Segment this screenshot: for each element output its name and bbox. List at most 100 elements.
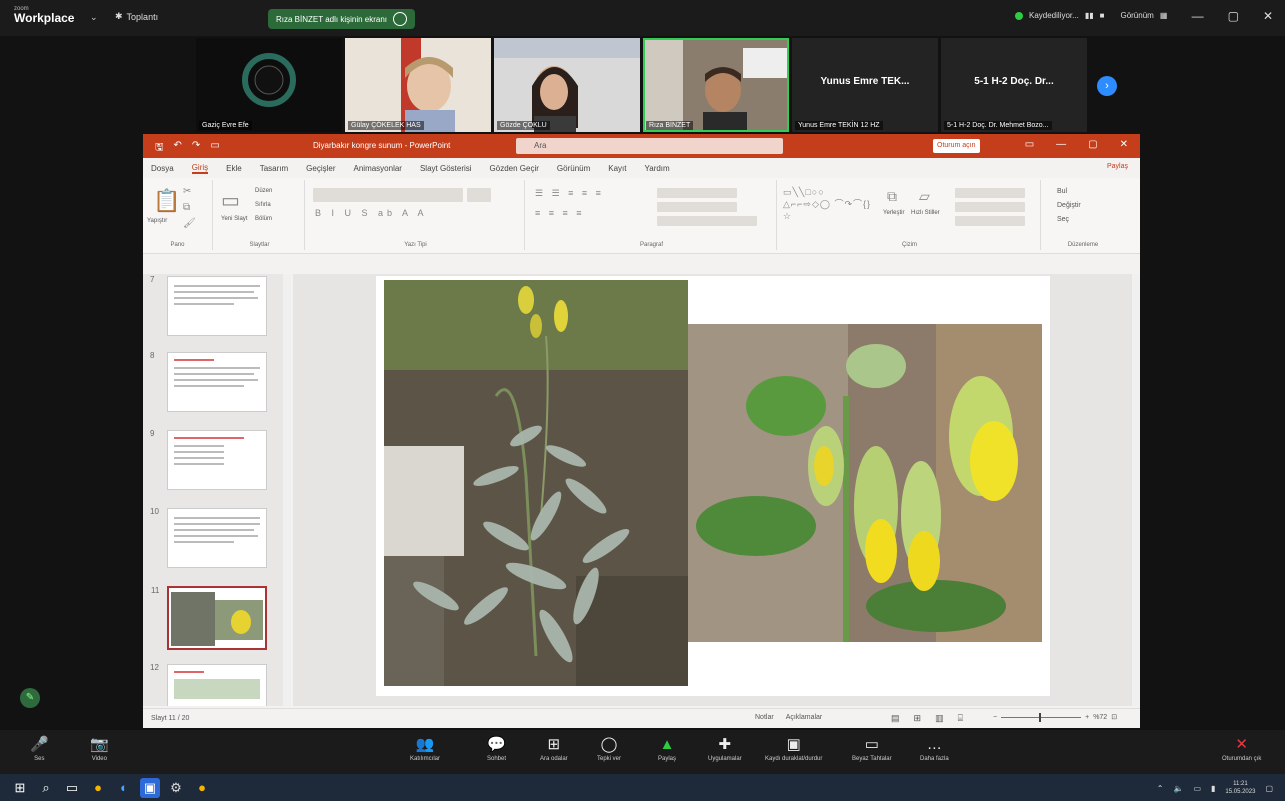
signin-button[interactable]: Oturum açın <box>933 139 980 153</box>
tab-record[interactable]: Kayıt <box>608 164 626 173</box>
cut-icon[interactable]: ✂ <box>183 186 191 197</box>
network-icon[interactable]: ▭ <box>1193 784 1201 793</box>
search-icon[interactable]: ⌕ <box>36 778 56 798</box>
search-input[interactable]: Ara <box>516 138 783 154</box>
shape-fill[interactable] <box>955 188 1025 198</box>
notes-button[interactable]: Notlar <box>755 714 774 721</box>
edge-icon[interactable]: ◐ <box>114 778 134 798</box>
zoom-taskbar-icon[interactable]: ▣ <box>140 778 160 798</box>
copy-icon[interactable]: ⧉ <box>183 202 190 213</box>
align-icons[interactable]: ≡ ≡ ≡ ≡ <box>535 208 585 218</box>
chrome-icon[interactable]: ● <box>88 778 108 798</box>
convert-smartart[interactable] <box>657 216 757 226</box>
align-text[interactable] <box>657 202 737 212</box>
minimize-icon[interactable]: — <box>1192 9 1204 23</box>
font-name-dropdown[interactable] <box>313 188 463 202</box>
chrome-icon[interactable]: ● <box>192 778 212 798</box>
slide-thumbnail[interactable]: 9 <box>150 429 267 490</box>
undo-icon[interactable]: ↶ <box>174 140 182 157</box>
pause-icon[interactable]: ▮▮ <box>1085 11 1094 20</box>
minimize-icon[interactable]: — <box>1056 139 1066 150</box>
tab-review[interactable]: Gözden Geçir <box>490 164 539 173</box>
tab-help[interactable]: Yardım <box>645 164 670 173</box>
grid-view-icon[interactable]: ▦ <box>1160 11 1168 20</box>
audio-button[interactable]: 🎤 Ses <box>30 734 49 762</box>
reading-view-icon[interactable]: ▥ <box>935 713 944 724</box>
format-painter-icon[interactable]: 🖌 <box>183 218 196 229</box>
paste-icon[interactable]: 📋 <box>153 188 180 214</box>
fit-slide-icon[interactable]: ⊡ <box>1111 713 1117 721</box>
apps-button[interactable]: ✚ Uygulamalar <box>708 734 742 762</box>
maximize-icon[interactable]: ▢ <box>1228 9 1239 23</box>
normal-view-icon[interactable]: ▤ <box>891 713 900 724</box>
redo-icon[interactable]: ↷ <box>192 140 200 157</box>
current-slide[interactable] <box>376 276 1050 696</box>
participant-tile[interactable]: Gözde ÇOKLU <box>494 38 640 132</box>
zoom-out-icon[interactable]: − <box>993 714 997 721</box>
slideshow-view-icon[interactable]: ⌸ <box>958 713 963 724</box>
zoom-in-icon[interactable]: + <box>1085 714 1089 721</box>
font-size-dropdown[interactable] <box>467 188 491 202</box>
share-banner[interactable]: Rıza BİNZET adlı kişinin ekranı <box>268 9 416 29</box>
task-view-icon[interactable]: ▭ <box>62 778 82 798</box>
windows-start-icon[interactable]: ⊞ <box>10 778 30 798</box>
sorter-view-icon[interactable]: ⊞ <box>914 713 922 724</box>
list-icons[interactable]: ☰ ☰ ≡ ≡ ≡ <box>535 188 604 199</box>
new-slide-icon[interactable]: ▭ <box>221 188 240 213</box>
recording-control-button[interactable]: ▣ Kaydı duraklat/durdur <box>765 734 822 762</box>
leave-button[interactable]: ✕ Oturumdan çık <box>1222 734 1261 762</box>
whiteboards-button[interactable]: ▭ Beyaz Tahtalar <box>852 734 892 762</box>
participant-tile[interactable]: Gülay ÇÖKELEK HAS <box>345 38 491 132</box>
ribbon-display-icon[interactable]: ▭ <box>1025 139 1034 150</box>
arrange-icon[interactable]: ⧉ <box>887 188 897 205</box>
tab-transitions[interactable]: Geçişler <box>306 164 335 173</box>
font-format-icons[interactable]: B I U S ab A A <box>315 208 428 218</box>
participant-tile[interactable]: Yunus Emre TEK... Yunus Emre TEKİN 12 HZ <box>792 38 938 132</box>
slide-scrollbar[interactable] <box>1132 274 1140 706</box>
quick-styles-icon[interactable]: ▱ <box>919 188 930 205</box>
tab-file[interactable]: Dosya <box>151 164 174 173</box>
reactions-button[interactable]: ◯ Tepki ver <box>597 734 621 762</box>
shape-outline[interactable] <box>955 202 1025 212</box>
share-button[interactable]: Paylaş <box>1107 163 1128 170</box>
shapes-gallery[interactable]: ▭╲╲□○○ △⌐⌐⇨◇◯ ⌒↷⌒{}☆ <box>783 186 873 222</box>
notifications-icon[interactable]: ▢ <box>1265 784 1273 793</box>
next-participants-button[interactable]: › <box>1097 76 1117 96</box>
chat-button[interactable]: 💬 Sohbet <box>487 734 506 762</box>
tab-insert[interactable]: Ekle <box>226 164 242 173</box>
stop-icon[interactable]: ■ <box>1100 11 1105 20</box>
share-screen-button[interactable]: ▲ Paylaş <box>658 734 676 762</box>
tray-chevron-icon[interactable]: ⌃ <box>1157 784 1164 793</box>
present-icon[interactable]: ▭ <box>210 140 219 157</box>
tab-slideshow[interactable]: Slayt Gösterisi <box>420 164 472 173</box>
slide-thumbnail[interactable]: 7 <box>150 275 267 336</box>
close-icon[interactable]: ✕ <box>1120 139 1128 150</box>
clock[interactable]: 11:21 15.05.2023 <box>1225 780 1255 796</box>
tab-view[interactable]: Görünüm <box>557 164 590 173</box>
video-button[interactable]: 📷 Video <box>90 734 109 762</box>
text-direction[interactable] <box>657 188 737 198</box>
slide-thumbnail[interactable]: 10 <box>150 507 267 568</box>
more-button[interactable]: … Daha fazla <box>920 734 949 762</box>
thumbnail-scrollbar[interactable] <box>283 274 291 706</box>
participant-tile[interactable]: Gaziç Evre Efe <box>196 38 342 132</box>
breakout-rooms-button[interactable]: ⊞ Ara odalar <box>540 734 568 762</box>
volume-icon[interactable]: 🔈 <box>1173 784 1183 793</box>
slide-thumbnail-pane[interactable]: 7 8 9 10 11 12 <box>143 274 283 706</box>
battery-icon[interactable]: ▮ <box>1211 784 1215 793</box>
save-icon[interactable]: 🖫 <box>155 140 164 157</box>
participant-tile-active[interactable]: Rıza BİNZET <box>643 38 789 132</box>
participants-button[interactable]: 👥 Katılımcılar <box>410 734 440 762</box>
stop-share-icon[interactable] <box>393 12 408 26</box>
meeting-menu[interactable]: ✱ Toplantı <box>115 11 158 22</box>
slide-thumbnail[interactable]: 8 <box>150 351 267 412</box>
maximize-icon[interactable]: ▢ <box>1088 139 1097 150</box>
close-icon[interactable]: ✕ <box>1263 9 1273 23</box>
zoom-slider[interactable]: − + %72 ⊡ <box>993 712 1117 722</box>
chevron-down-icon[interactable]: ⌄ <box>90 12 98 23</box>
floating-chat-icon[interactable]: ✎ <box>20 688 40 708</box>
slide-thumbnail[interactable]: 12 <box>150 663 267 706</box>
tab-home[interactable]: Giriş <box>191 163 209 174</box>
slide-thumbnail-selected[interactable]: 11 <box>151 586 267 650</box>
zoom-knob[interactable] <box>1039 712 1042 722</box>
